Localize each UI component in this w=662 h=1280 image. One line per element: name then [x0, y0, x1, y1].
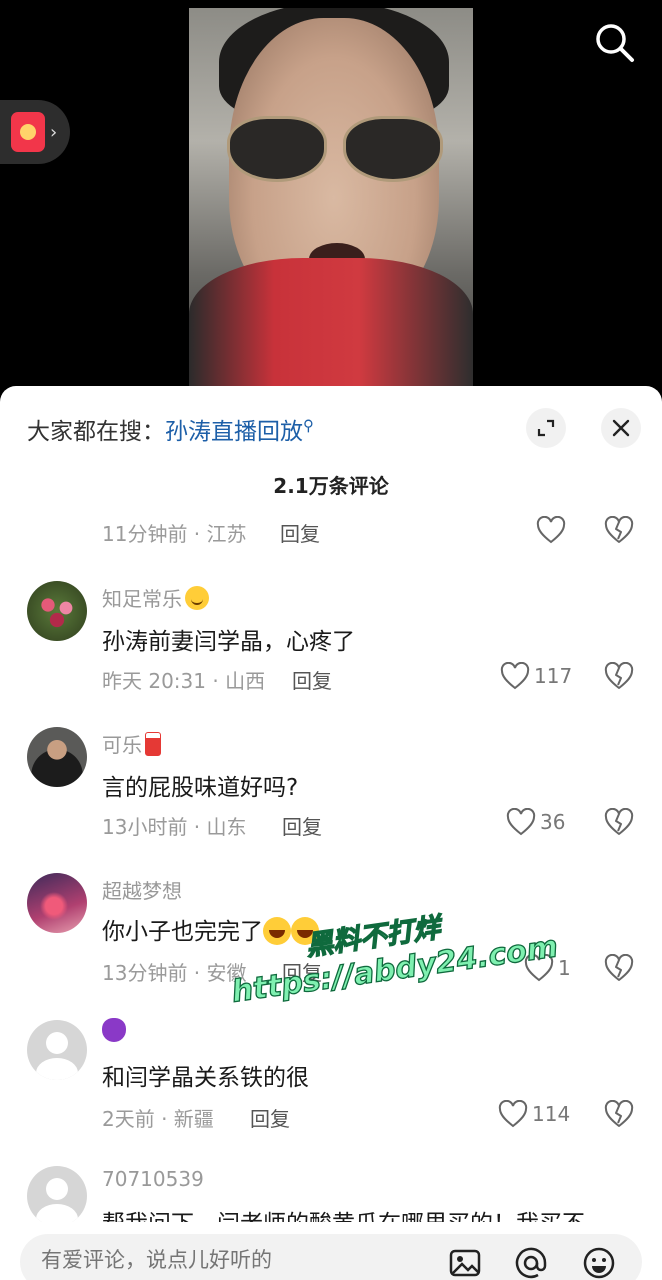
comment-username[interactable]: 可乐 — [102, 729, 161, 758]
reply-button[interactable]: 回复 — [282, 811, 322, 840]
dislike-button[interactable] — [604, 1099, 634, 1130]
comment-input-pill[interactable] — [20, 1234, 642, 1280]
comment-username[interactable]: 知足常乐 — [102, 583, 209, 612]
trending-prefix: 大家都在搜： — [27, 419, 165, 445]
reply-button[interactable]: 回复 — [282, 957, 322, 986]
smile-emoji-icon — [185, 586, 209, 610]
heart-icon — [536, 516, 566, 544]
video-sunglasses — [227, 116, 447, 186]
search-small-icon: ⚲ — [303, 416, 314, 435]
username-text: 可乐 — [102, 733, 142, 757]
comment-text: 你小子也完完了 — [102, 912, 319, 946]
emoji-icon[interactable] — [582, 1246, 616, 1280]
like-count: 114 — [532, 1102, 571, 1126]
comment-input[interactable] — [41, 1248, 421, 1272]
comment-text: 孙涛前妻闫学晶，心疼了 — [102, 629, 355, 655]
like-button[interactable]: 117 — [500, 662, 572, 690]
broken-heart-icon — [604, 953, 634, 981]
dislike-button[interactable] — [604, 661, 634, 692]
broken-heart-icon — [604, 515, 634, 543]
comments-panel: 大家都在搜：孙涛直播回放⚲ 2.1万条评论 11分钟前 · 江苏 回复 知足常乐… — [0, 386, 662, 1280]
heart-icon — [498, 1100, 528, 1128]
image-icon[interactable] — [448, 1246, 482, 1280]
dislike-button[interactable] — [604, 515, 634, 546]
video-jacket — [189, 258, 473, 388]
laugh-cry-emoji-icon — [291, 917, 319, 945]
broken-heart-icon — [604, 1099, 634, 1127]
expand-button[interactable] — [526, 408, 566, 448]
like-count: 117 — [534, 664, 573, 688]
dislike-button[interactable] — [604, 953, 634, 984]
like-count: 36 — [540, 810, 566, 834]
reply-button[interactable]: 回复 — [292, 665, 332, 694]
comment-meta: 11分钟前 · 江苏 — [102, 522, 247, 546]
comment-meta: 13小时前 · 山东 — [102, 815, 247, 839]
avatar[interactable] — [27, 873, 87, 933]
comment-username[interactable] — [102, 1018, 126, 1043]
laugh-cry-emoji-icon — [263, 917, 291, 945]
comment-meta: 13分钟前 · 安徽 — [102, 961, 247, 985]
heart-icon — [506, 808, 536, 836]
broken-heart-icon — [604, 807, 634, 835]
like-button[interactable]: 36 — [506, 808, 565, 836]
devil-emoji-icon — [102, 1018, 126, 1042]
trending-keyword-link[interactable]: 孙涛直播回放 — [165, 419, 303, 445]
drink-cup-emoji-icon — [145, 732, 161, 756]
avatar[interactable] — [27, 581, 87, 641]
reply-button[interactable]: 回复 — [250, 1103, 290, 1132]
heart-icon — [500, 662, 530, 690]
comment-meta: 2天前 · 新疆 — [102, 1107, 214, 1131]
avatar[interactable] — [27, 1020, 87, 1080]
trending-search[interactable]: 大家都在搜：孙涛直播回放⚲ — [27, 412, 314, 446]
dislike-button[interactable] — [604, 807, 634, 838]
broken-heart-icon — [604, 661, 634, 689]
like-button[interactable]: 1 — [524, 954, 571, 982]
reply-button[interactable]: 回复 — [280, 518, 320, 547]
red-packet-button[interactable]: › — [0, 100, 70, 164]
comment-meta: 昨天 20:31 · 山西 — [102, 669, 266, 693]
avatar[interactable] — [27, 727, 87, 787]
comment-text-body: 你小子也完完了 — [102, 919, 263, 945]
comment-username[interactable]: 超越梦想 — [102, 875, 182, 904]
like-button[interactable] — [536, 516, 566, 544]
like-button[interactable]: 114 — [498, 1100, 570, 1128]
avatar[interactable] — [27, 1166, 87, 1226]
comment-text: 和闫学晶关系铁的很 — [102, 1065, 309, 1091]
comment-text: 言的屁股味道好吗? — [102, 775, 299, 801]
search-icon[interactable] — [592, 20, 638, 66]
comment-count: 2.1万条评论 — [273, 474, 389, 498]
comment-input-bar — [0, 1222, 662, 1280]
chevron-right-icon: › — [50, 122, 58, 143]
red-packet-icon — [11, 112, 45, 152]
username-text: 知足常乐 — [102, 587, 182, 611]
comment-username[interactable]: 70710539 — [102, 1167, 204, 1191]
heart-icon — [524, 954, 554, 982]
expand-icon — [537, 419, 555, 437]
video-area[interactable]: › — [0, 0, 662, 400]
like-count: 1 — [558, 956, 571, 980]
mention-icon[interactable] — [514, 1246, 548, 1280]
close-icon — [612, 419, 630, 437]
close-button[interactable] — [601, 408, 641, 448]
video-frame[interactable] — [189, 8, 473, 388]
